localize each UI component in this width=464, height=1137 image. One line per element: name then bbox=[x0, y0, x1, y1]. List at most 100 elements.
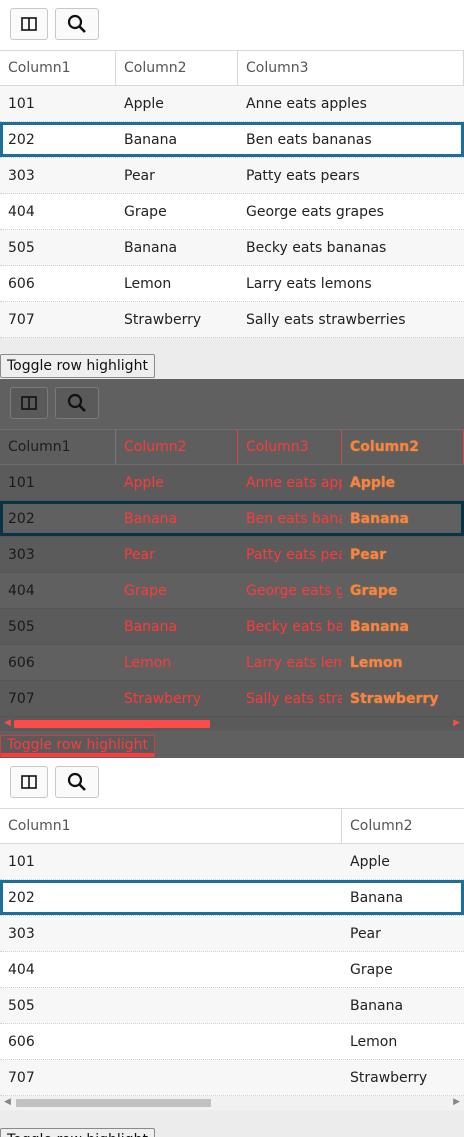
scroll-right-icon[interactable]: ▶ bbox=[453, 718, 460, 728]
column-header[interactable]: Column2 bbox=[116, 51, 238, 85]
table-cell: Ben eats bananas bbox=[246, 131, 372, 148]
grid-toolbar bbox=[0, 0, 464, 50]
table-row[interactable]: 606 Lemon bbox=[0, 1024, 464, 1060]
table-cell: 101 bbox=[8, 474, 35, 491]
search-icon bbox=[67, 14, 86, 33]
table-cell: 202 bbox=[8, 889, 35, 906]
table-cell: Pear bbox=[350, 925, 381, 942]
columns-icon bbox=[21, 396, 37, 410]
table-cell: Becky eats bananas bbox=[246, 239, 387, 256]
table-row[interactable]: 101 Apple Anne eats apples bbox=[0, 86, 464, 122]
table-cell: 707 bbox=[8, 690, 35, 707]
table-cell: 606 bbox=[8, 1033, 35, 1050]
table-cell: Pear bbox=[124, 167, 155, 184]
header-row: Column1 Column2 Column3 bbox=[0, 50, 464, 86]
table-cell: Strawberry bbox=[124, 311, 202, 328]
table-cell: 505 bbox=[8, 239, 35, 256]
column-header[interactable]: Column1 bbox=[0, 809, 342, 843]
table-cell: Apple bbox=[124, 474, 164, 491]
scroll-left-icon[interactable]: ◀ bbox=[4, 1097, 11, 1107]
scrollbar-thumb[interactable] bbox=[16, 1099, 211, 1107]
table-cell: Grape bbox=[124, 203, 167, 220]
table-row[interactable]: 707 Strawberry bbox=[0, 1060, 464, 1096]
table-row[interactable]: 404 Grape George eats grapes bbox=[0, 194, 464, 230]
search-button[interactable] bbox=[55, 766, 99, 798]
table-row[interactable]: 101 Apple bbox=[0, 844, 464, 880]
search-icon bbox=[67, 772, 86, 791]
column-header[interactable]: Column1 bbox=[0, 51, 116, 85]
data-grid: Column1 Column2 Column3 Column2 101 Apple Anne… bbox=[0, 429, 464, 717]
column-chooser-button[interactable] bbox=[10, 8, 48, 40]
table-row[interactable]: 707 Strawberry Sally eats strawberries Stra… bbox=[0, 681, 464, 717]
table-cell: 404 bbox=[8, 203, 35, 220]
table-cell: 303 bbox=[8, 167, 35, 184]
horizontal-scrollbar[interactable]: ◀ ▶ bbox=[0, 717, 464, 731]
search-button[interactable] bbox=[55, 8, 99, 40]
table-cell: Grape bbox=[350, 961, 393, 978]
table-cell: Banana bbox=[124, 510, 178, 527]
table-row[interactable]: 303 Pear bbox=[0, 916, 464, 952]
column-header[interactable]: Column2 bbox=[342, 809, 464, 843]
column-header[interactable]: Column3 bbox=[238, 430, 342, 464]
table-row[interactable]: 707 Strawberry Sally eats strawberries bbox=[0, 302, 464, 338]
table-cell: 303 bbox=[8, 925, 35, 942]
scroll-right-icon[interactable]: ▶ bbox=[453, 1097, 460, 1107]
table-row[interactable]: 505 Banana Becky eats bananas Banana bbox=[0, 609, 464, 645]
table-cell: Ben eats bananas bbox=[246, 510, 342, 527]
table-cell: Strawberry bbox=[350, 1069, 428, 1086]
table-row[interactable]: 202 Banana Ben eats bananas bbox=[0, 122, 464, 158]
table-cell: 202 bbox=[8, 510, 35, 527]
table-row[interactable]: 404 Grape George eats grapes Grape bbox=[0, 573, 464, 609]
table-row[interactable]: 404 Grape bbox=[0, 952, 464, 988]
table-row[interactable]: 606 Lemon Larry eats lemons Lemon bbox=[0, 645, 464, 681]
table-row[interactable]: 505 Banana bbox=[0, 988, 464, 1024]
grid-toolbar bbox=[0, 379, 464, 429]
toggle-row-highlight-button[interactable]: Toggle row highlight bbox=[0, 1128, 155, 1137]
table-row[interactable]: 303 Pear Patty eats pears bbox=[0, 158, 464, 194]
search-button[interactable] bbox=[55, 387, 99, 419]
column-header[interactable]: Column3 bbox=[238, 51, 464, 85]
column-header[interactable]: Column2 bbox=[342, 430, 464, 464]
table-cell: Banana bbox=[350, 997, 404, 1014]
grid-section-1: Column1 Column2 Column3 101 Apple Anne eats a… bbox=[0, 0, 464, 379]
table-cell: Grape bbox=[350, 582, 398, 599]
table-cell: Strawberry bbox=[350, 690, 439, 707]
table-cell: Anne eats apples bbox=[246, 474, 342, 491]
search-icon bbox=[67, 393, 86, 412]
table-cell: 606 bbox=[8, 654, 35, 671]
columns-icon bbox=[21, 775, 37, 789]
table-cell: Pear bbox=[124, 546, 155, 563]
table-row[interactable]: 101 Apple Anne eats apples Apple bbox=[0, 465, 464, 501]
table-cell: Banana bbox=[350, 618, 409, 635]
table-row[interactable]: 202 Banana bbox=[0, 880, 464, 916]
table-cell: Patty eats pears bbox=[246, 546, 342, 563]
table-cell: 404 bbox=[8, 582, 35, 599]
scrollbar-thumb[interactable] bbox=[14, 720, 210, 728]
table-cell: 505 bbox=[8, 997, 35, 1014]
scroll-left-icon[interactable]: ◀ bbox=[4, 718, 11, 728]
toggle-row-highlight-button[interactable]: Toggle row highlight bbox=[0, 354, 155, 378]
table-cell: 505 bbox=[8, 618, 35, 635]
grid-toolbar bbox=[0, 758, 464, 808]
table-cell: Apple bbox=[350, 853, 390, 870]
table-cell: Larry eats lemons bbox=[246, 275, 372, 292]
data-grid: Column1 Column2 101 Apple 202 Banana 303 Pear 40… bbox=[0, 808, 464, 1096]
column-header[interactable]: Column2 bbox=[116, 430, 238, 464]
column-chooser-button[interactable] bbox=[10, 766, 48, 798]
horizontal-scrollbar[interactable]: ◀ ▶ bbox=[0, 1096, 464, 1110]
table-cell: Banana bbox=[350, 889, 404, 906]
column-chooser-button[interactable] bbox=[10, 387, 48, 419]
table-cell: Becky eats bananas bbox=[246, 618, 342, 635]
column-header[interactable]: Column1 bbox=[0, 430, 116, 464]
table-row[interactable]: 303 Pear Patty eats pears Pear bbox=[0, 537, 464, 573]
table-cell: Sally eats strawberries bbox=[246, 690, 342, 707]
table-row[interactable]: 505 Banana Becky eats bananas bbox=[0, 230, 464, 266]
table-cell: Apple bbox=[350, 474, 396, 491]
columns-icon bbox=[21, 17, 37, 31]
table-cell: George eats grapes bbox=[246, 203, 384, 220]
grid-section-3: Column1 Column2 101 Apple 202 Banana 303 Pear 40… bbox=[0, 758, 464, 1137]
table-row[interactable]: 202 Banana Ben eats bananas Banana bbox=[0, 501, 464, 537]
table-row[interactable]: 606 Lemon Larry eats lemons bbox=[0, 266, 464, 302]
table-cell: Apple bbox=[124, 95, 164, 112]
toggle-row-highlight-button[interactable]: Toggle row highlight bbox=[0, 735, 155, 757]
